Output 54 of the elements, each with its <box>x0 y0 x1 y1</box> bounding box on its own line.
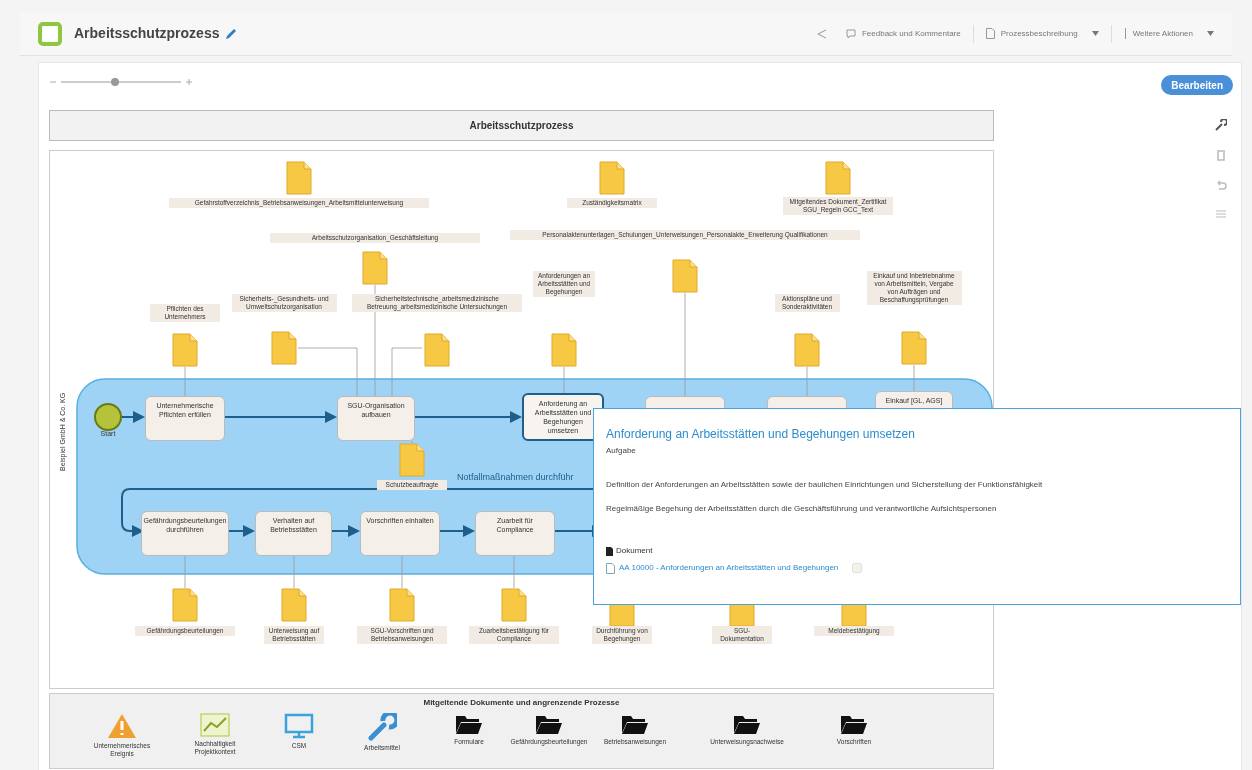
pencil-icon[interactable] <box>225 27 238 40</box>
document-icon[interactable] <box>672 259 698 293</box>
folder-icon <box>535 713 563 735</box>
monitor-icon <box>284 713 314 739</box>
more-icon <box>1123 28 1127 39</box>
diagram-title-bar: Arbeitsschutzprozess <box>49 110 994 141</box>
popup-paragraph: Regelmäßige Begehung der Arbeitsstätten durch die Geschäftsführung und verantwortliche Aufsichtspersonen <box>606 503 998 515</box>
slider-thumb[interactable] <box>111 78 119 86</box>
folder-icon <box>840 713 868 735</box>
chart-icon <box>200 713 230 737</box>
document-icon[interactable] <box>599 161 625 195</box>
comment-icon <box>846 28 856 39</box>
process-logo-icon <box>38 21 62 46</box>
document-icon[interactable] <box>172 333 198 367</box>
document-icon[interactable] <box>399 443 425 477</box>
zoom-in-icon[interactable] <box>185 78 193 86</box>
document-icon[interactable] <box>172 588 198 622</box>
document-icon[interactable] <box>281 588 307 622</box>
folder-icon <box>455 713 483 735</box>
document-icon[interactable] <box>389 588 415 622</box>
folder-icon <box>621 713 649 735</box>
wrench-icon[interactable] <box>1215 119 1227 131</box>
popup-title: Anforderung an Arbeitsstätten und Begehungen umsetzen <box>606 426 916 443</box>
document-icon <box>606 546 613 556</box>
file-icon <box>606 562 615 574</box>
zoom-out-icon[interactable] <box>49 78 57 86</box>
document-icon[interactable] <box>424 333 450 367</box>
document-icon[interactable] <box>794 333 820 367</box>
toolbar-button[interactable]: Weitere Aktionen <box>1123 27 1214 40</box>
document-icon[interactable] <box>286 161 312 195</box>
warning-icon <box>107 713 137 739</box>
related-section-title: Mitgeltende Dokumente und angrenzende Prozesse <box>423 697 620 709</box>
info-icon[interactable] <box>852 563 863 573</box>
undo-icon[interactable] <box>1215 179 1227 191</box>
popup-subtitle: Aufgabe <box>606 445 637 457</box>
toolbar-button[interactable]: Feedback und Kommentare <box>846 27 961 40</box>
subprocess-label: Notfallmaßnahmen durchführ <box>457 471 574 484</box>
document-icon[interactable] <box>501 588 527 622</box>
wrench-icon <box>367 713 397 741</box>
trash-icon[interactable] <box>1216 149 1226 161</box>
page-title: Arbeitsschutzprozess <box>74 24 220 43</box>
document-icon[interactable] <box>551 333 577 367</box>
document-icon[interactable] <box>901 331 927 365</box>
popup-paragraph: Definition der Anforderungen an Arbeitsstätten sowie der baulichen Einrichtungen und Sicherstellung der Funktionsfähigkeit <box>606 479 1044 491</box>
document-icon <box>985 28 995 39</box>
document-icon[interactable] <box>825 161 851 195</box>
document-icon[interactable] <box>362 251 388 285</box>
toolbar-button[interactable]: Prozessbeschreibung <box>985 27 1099 40</box>
list-icon[interactable] <box>1215 209 1227 219</box>
share-icon[interactable] <box>816 27 828 40</box>
folder-icon <box>733 713 761 735</box>
document-link[interactable]: AA 10000 - Anforderungen an Arbeitsstätten und Begehungen <box>619 562 839 574</box>
document-heading: Dokument <box>616 545 653 557</box>
document-icon[interactable] <box>271 331 297 365</box>
